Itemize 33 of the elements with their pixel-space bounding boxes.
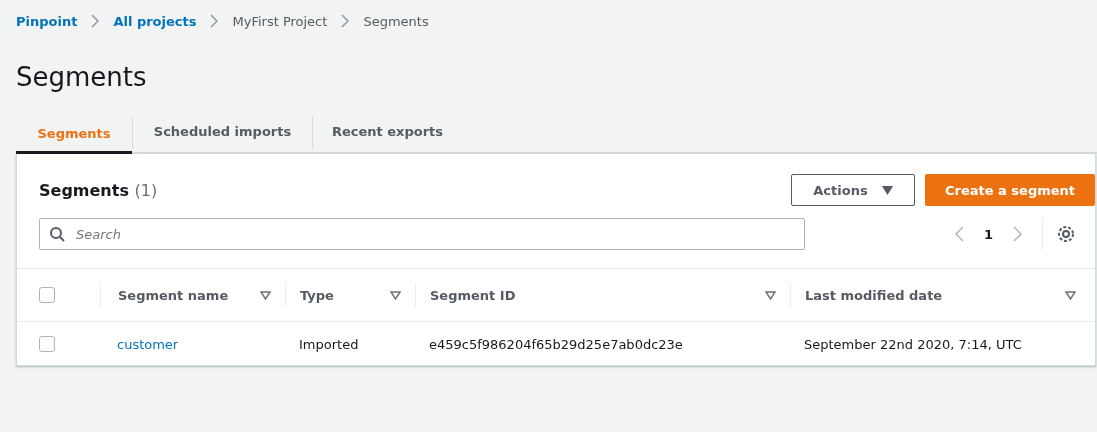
chevron-right-icon — [91, 14, 100, 28]
search-field[interactable]: Search — [39, 218, 805, 250]
checkbox[interactable] — [39, 336, 55, 352]
breadcrumb-item: Segments — [363, 13, 429, 29]
chevron-right-icon — [1013, 226, 1023, 242]
checkbox[interactable] — [39, 287, 55, 303]
breadcrumb-link[interactable]: All projects — [113, 13, 197, 29]
caret-down-icon — [881, 185, 893, 195]
table-cell: e459c5f986204f65b29d25e7ab0dc23e — [429, 336, 683, 352]
sort-icon — [765, 290, 776, 300]
sort-icon — [260, 290, 271, 300]
table-cell: September 22nd 2020, 7:14, UTC — [804, 336, 1022, 352]
panel-title: Segments (1) — [39, 180, 158, 200]
column-header[interactable]: Last modified date — [805, 287, 943, 303]
segment-link[interactable]: customer — [117, 336, 179, 352]
breadcrumb-link[interactable]: Pinpoint — [16, 13, 78, 29]
table-cell: Imported — [299, 336, 359, 352]
chevron-right-icon — [210, 14, 219, 28]
chevron-left-icon — [955, 226, 964, 242]
column-header[interactable]: Segment name — [118, 287, 229, 303]
column-header[interactable]: Segment ID — [430, 287, 516, 303]
sort-icon — [1065, 290, 1076, 300]
settings-icon — [1057, 225, 1076, 243]
actions-button[interactable]: Actions — [791, 174, 915, 206]
breadcrumb-item: MyFirst Project — [232, 13, 328, 29]
chevron-right-icon — [341, 14, 350, 28]
sort-icon — [390, 290, 401, 300]
search-icon — [50, 227, 65, 242]
tab[interactable]: Recent exports — [312, 116, 462, 150]
tab[interactable]: Scheduled imports — [132, 116, 312, 150]
page-number[interactable]: 1 — [984, 226, 994, 242]
column-header[interactable]: Type — [300, 287, 334, 303]
page-title: Segments — [16, 61, 148, 94]
